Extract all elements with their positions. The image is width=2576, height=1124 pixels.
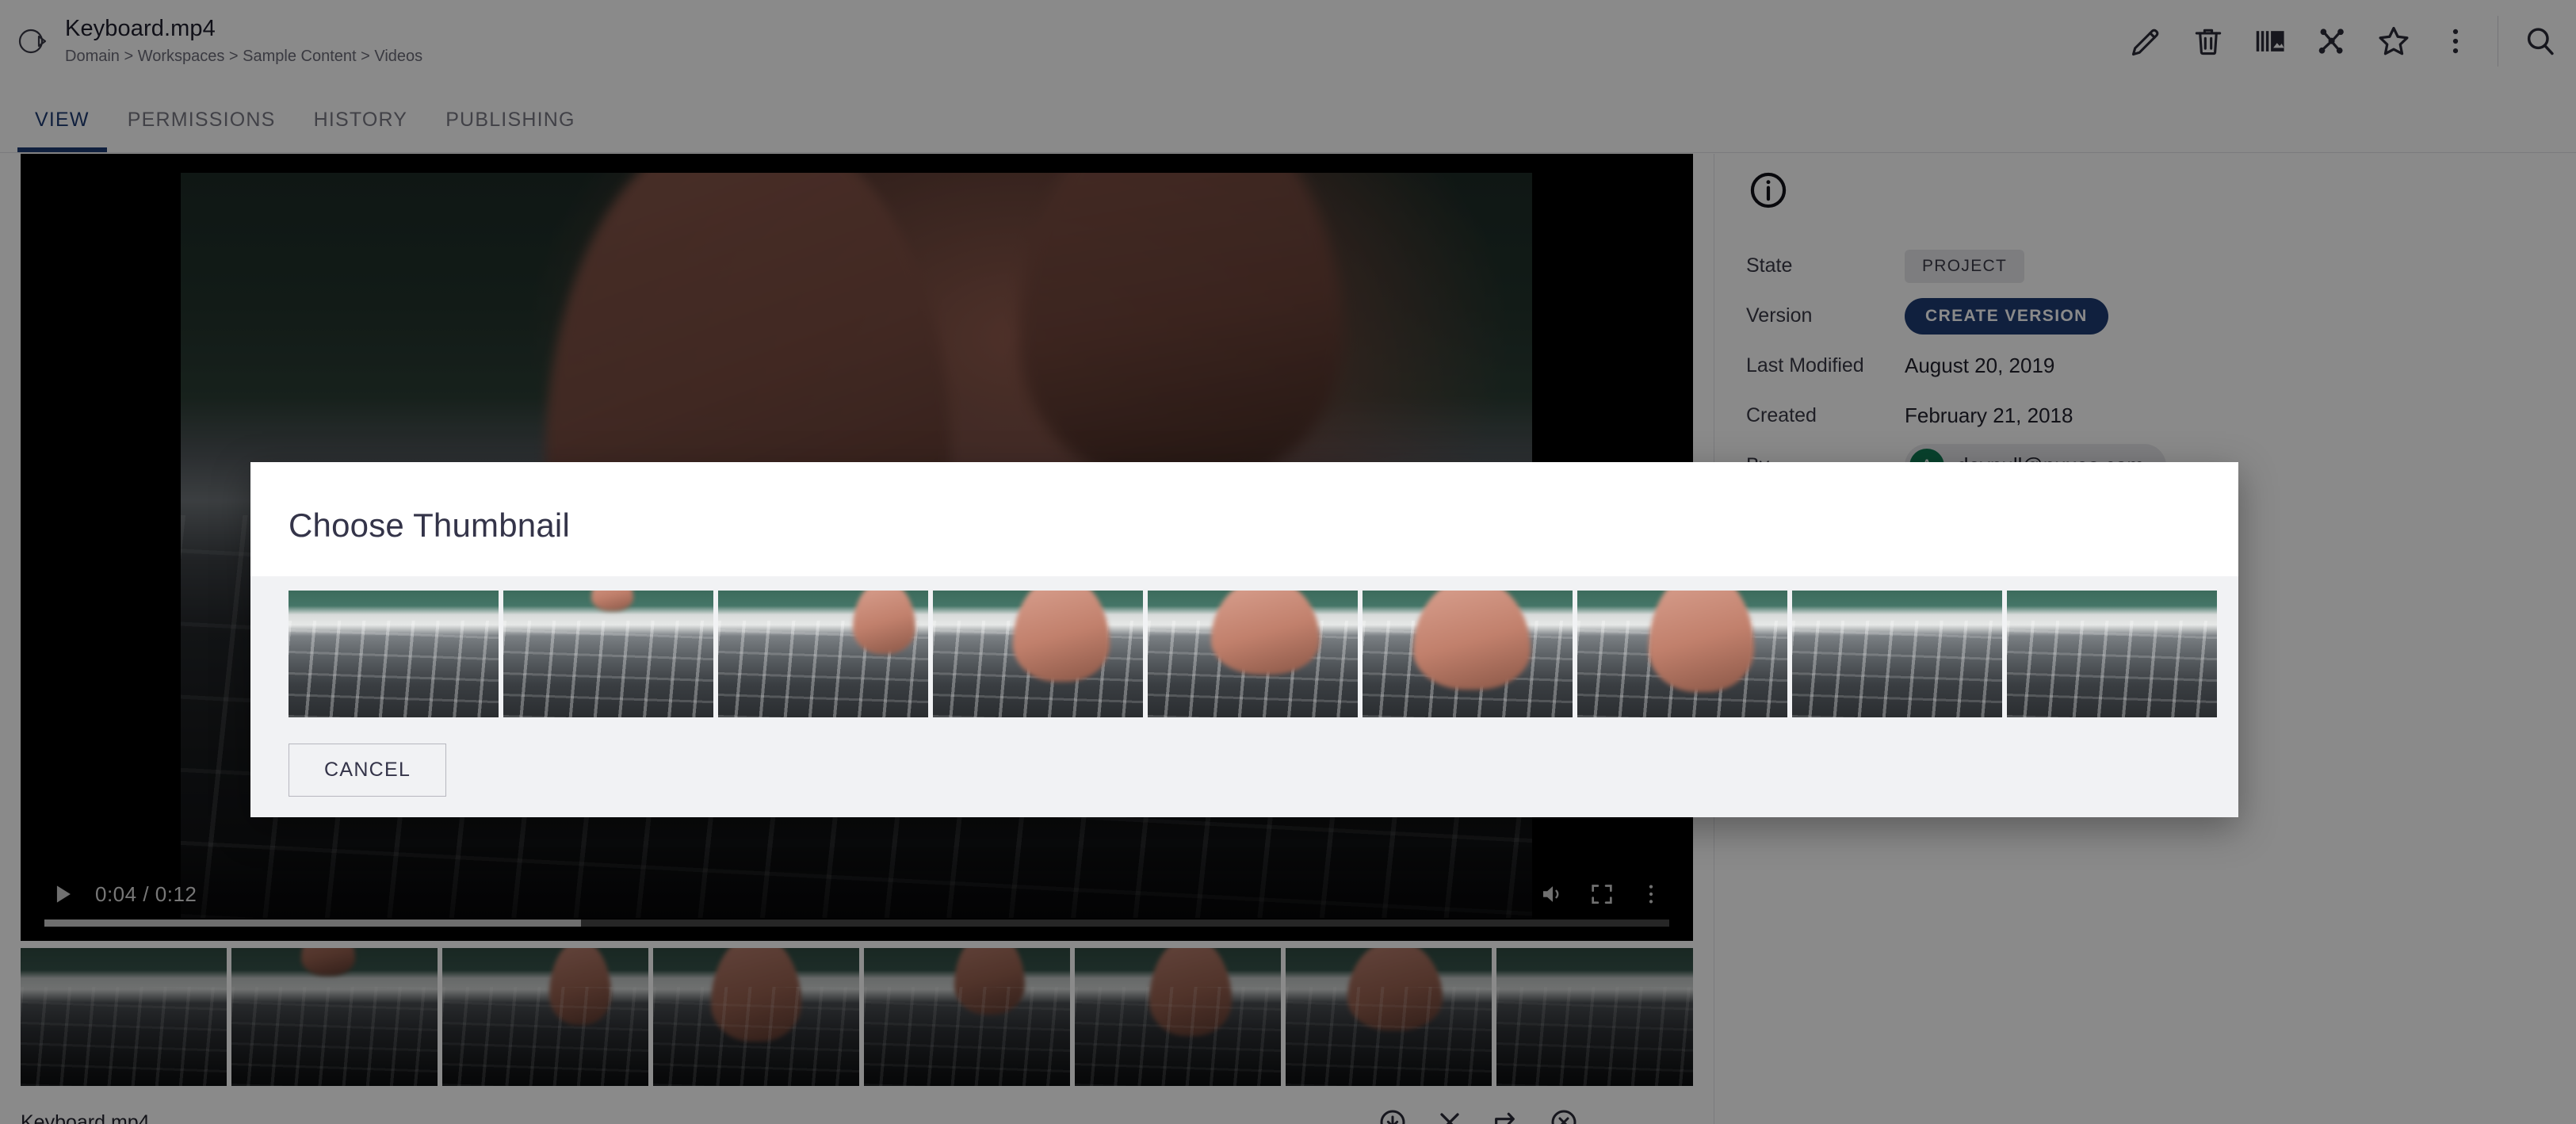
thumb-hand <box>1412 591 1531 690</box>
thumbnail-option-3[interactable] <box>718 591 928 717</box>
thumbnail-option-4[interactable] <box>933 591 1143 717</box>
cancel-button[interactable]: CANCEL <box>289 744 447 797</box>
thumbnail-option-5[interactable] <box>1148 591 1358 717</box>
thumbnail-option-9[interactable] <box>2007 591 2217 717</box>
dialog-title: Choose Thumbnail <box>289 507 570 544</box>
thumb-hand <box>591 591 634 611</box>
thumbnail-option-1[interactable] <box>289 591 499 717</box>
thumb-hand <box>1012 591 1110 682</box>
thumb-hand <box>1210 591 1320 675</box>
dialog-footer: CANCEL <box>250 723 2238 817</box>
choose-thumbnail-dialog: Choose Thumbnail CANCEL <box>250 462 2238 817</box>
thumbnail-strip[interactable] <box>250 576 2238 723</box>
thumb-hand <box>852 591 916 654</box>
thumbnail-option-8[interactable] <box>1792 591 2002 717</box>
thumb-hand <box>1649 591 1754 692</box>
thumbnail-option-2[interactable] <box>503 591 713 717</box>
thumbnail-option-7[interactable] <box>1577 591 1787 717</box>
app-root: Keyboard.mp4 Domain > Workspaces > Sampl… <box>0 0 2576 1124</box>
thumbnail-option-6[interactable] <box>1363 591 1573 717</box>
